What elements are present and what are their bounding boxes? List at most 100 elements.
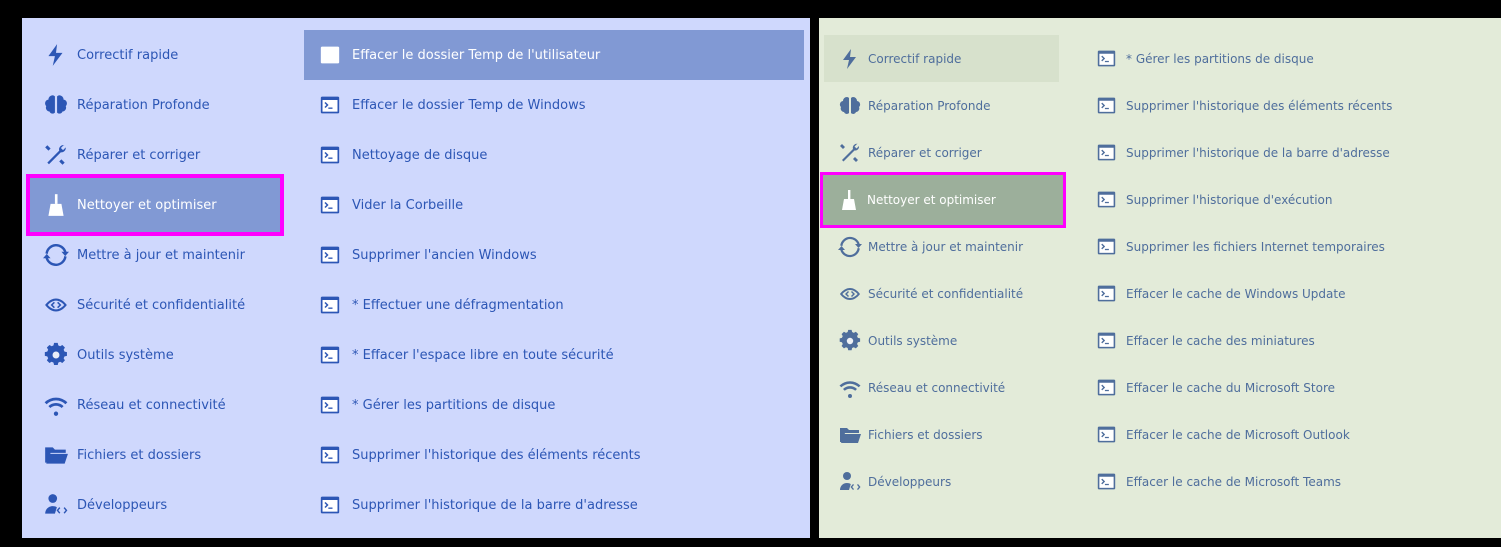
action-item[interactable]: Supprimer l'historique d'exécution [1097, 176, 1497, 223]
action-item[interactable]: Supprimer l'ancien Windows [304, 230, 804, 280]
developer-icon [43, 492, 69, 518]
eye-code-icon [43, 292, 69, 318]
action-item[interactable]: Supprimer les fichiers Internet temporai… [1097, 223, 1497, 270]
action-item[interactable]: Effacer le cache de Microsoft Outlook [1097, 411, 1497, 458]
action-label: Supprimer l'ancien Windows [352, 247, 537, 263]
category-label: Développeurs [77, 497, 168, 513]
category-label: Correctif rapide [868, 51, 962, 66]
category-reseau[interactable]: Réseau et connectivité [824, 364, 1059, 411]
terminal-icon [1097, 284, 1116, 303]
action-label: Effacer le cache des miniatures [1126, 333, 1315, 348]
category-mettre-a-jour[interactable]: Mettre à jour et maintenir [22, 230, 282, 280]
action-label: Effacer le cache de Microsoft Teams [1126, 474, 1342, 489]
category-developpeurs[interactable]: Développeurs [22, 480, 282, 530]
category-label: Réparation Profonde [868, 98, 991, 113]
gear-icon [838, 329, 862, 353]
action-label: Supprimer l'historique des éléments réce… [352, 447, 641, 463]
action-item[interactable]: * Gérer les partitions de disque [304, 380, 804, 430]
brain-icon [43, 92, 69, 118]
left-panel: Correctif rapide Réparation Profonde Rép… [22, 18, 810, 538]
terminal-icon [1097, 190, 1116, 209]
action-label: * Effacer l'espace libre en toute sécuri… [352, 347, 614, 363]
category-label: Réparer et corriger [868, 145, 982, 160]
action-label: Effacer le cache du Microsoft Store [1126, 380, 1335, 395]
action-item[interactable]: * Gérer les partitions de disque [1097, 35, 1497, 82]
action-item[interactable]: * Effacer l'espace libre en toute sécuri… [304, 330, 804, 380]
category-label: Nettoyer et optimiser [867, 193, 996, 207]
category-outils-systeme[interactable]: Outils système [824, 317, 1059, 364]
terminal-icon [1097, 237, 1116, 256]
action-item[interactable]: Supprimer l'historique des éléments réce… [304, 430, 804, 480]
terminal-icon [1097, 425, 1116, 444]
action-item[interactable]: Supprimer l'historique de la barre d'adr… [304, 480, 804, 530]
category-outils-systeme[interactable]: Outils système [22, 330, 282, 380]
terminal-icon [320, 345, 340, 365]
action-label: Nettoyage de disque [352, 147, 488, 163]
action-item[interactable]: * Effectuer une défragmentation [304, 280, 804, 330]
category-label: Sécurité et confidentialité [868, 286, 1024, 301]
action-item[interactable]: Effacer le cache des miniatures [1097, 317, 1497, 364]
brain-icon [838, 94, 862, 118]
terminal-icon [1097, 472, 1116, 491]
action-item[interactable]: Supprimer l'historique des éléments réce… [1097, 82, 1497, 129]
tools-icon [43, 142, 69, 168]
terminal-icon [1097, 143, 1116, 162]
terminal-icon [320, 45, 340, 65]
action-item[interactable]: Effacer le dossier Temp de Windows [304, 80, 804, 130]
category-correctif-rapide[interactable]: Correctif rapide [22, 30, 282, 80]
terminal-icon [320, 145, 340, 165]
action-item[interactable]: Effacer le cache du Microsoft Store [1097, 364, 1497, 411]
category-reparation-profonde[interactable]: Réparation Profonde [824, 82, 1059, 129]
terminal-icon [1097, 49, 1116, 68]
action-item[interactable]: Supprimer l'historique de la barre d'adr… [1097, 129, 1497, 176]
terminal-icon [320, 395, 340, 415]
folder-icon [838, 423, 862, 447]
gear-icon [43, 342, 69, 368]
category-fichiers[interactable]: Fichiers et dossiers [824, 411, 1059, 458]
folder-icon [43, 442, 69, 468]
category-label: Mettre à jour et maintenir [77, 247, 245, 263]
action-item[interactable]: Effacer le cache de Microsoft Teams [1097, 458, 1497, 505]
action-label: Supprimer les fichiers Internet temporai… [1126, 239, 1385, 254]
terminal-icon [320, 195, 340, 215]
category-reparation-profonde[interactable]: Réparation Profonde [22, 80, 282, 130]
eye-code-icon [838, 282, 862, 306]
category-label: Sécurité et confidentialité [77, 297, 246, 313]
category-label: Outils système [77, 347, 174, 363]
tools-icon [838, 141, 862, 165]
action-label: Vider la Corbeille [352, 197, 464, 213]
category-label: Réseau et connectivité [77, 397, 226, 413]
action-item[interactable]: Nettoyage de disque [304, 130, 804, 180]
category-label: Réparation Profonde [77, 97, 210, 113]
action-item[interactable]: Effacer le dossier Temp de l'utilisateur [304, 30, 804, 80]
category-fichiers[interactable]: Fichiers et dossiers [22, 430, 282, 480]
category-mettre-a-jour[interactable]: Mettre à jour et maintenir [824, 223, 1059, 270]
category-developpeurs[interactable]: Développeurs [824, 458, 1059, 505]
category-label: Fichiers et dossiers [77, 447, 202, 463]
terminal-icon [1097, 331, 1116, 350]
category-correctif-rapide[interactable]: Correctif rapide [824, 35, 1059, 82]
broom-icon [43, 192, 69, 218]
action-label: Effacer le dossier Temp de Windows [352, 97, 586, 113]
right-panel: Correctif rapide Réparation Profonde Rép… [819, 18, 1501, 538]
wifi-icon [43, 392, 69, 418]
category-label: Outils système [868, 333, 958, 348]
action-label: Effacer le dossier Temp de l'utilisateur [352, 47, 601, 63]
category-reparer-corriger[interactable]: Réparer et corriger [824, 129, 1059, 176]
action-item[interactable]: Effacer le cache de Windows Update [1097, 270, 1497, 317]
category-reseau[interactable]: Réseau et connectivité [22, 380, 282, 430]
category-nettoyer-optimiser[interactable]: Nettoyer et optimiser [823, 175, 1063, 225]
category-nettoyer-optimiser[interactable]: Nettoyer et optimiser [30, 178, 280, 232]
terminal-icon [320, 295, 340, 315]
category-label: Réparer et corriger [77, 147, 201, 163]
category-securite[interactable]: Sécurité et confidentialité [824, 270, 1059, 317]
terminal-icon [320, 445, 340, 465]
category-reparer-corriger[interactable]: Réparer et corriger [22, 130, 282, 180]
action-item[interactable]: Vider la Corbeille [304, 180, 804, 230]
category-label: Réseau et connectivité [868, 380, 1006, 395]
category-label: Nettoyer et optimiser [77, 197, 217, 213]
category-label: Mettre à jour et maintenir [868, 239, 1024, 254]
action-label: * Gérer les partitions de disque [352, 397, 556, 413]
category-securite[interactable]: Sécurité et confidentialité [22, 280, 282, 330]
terminal-icon [320, 95, 340, 115]
